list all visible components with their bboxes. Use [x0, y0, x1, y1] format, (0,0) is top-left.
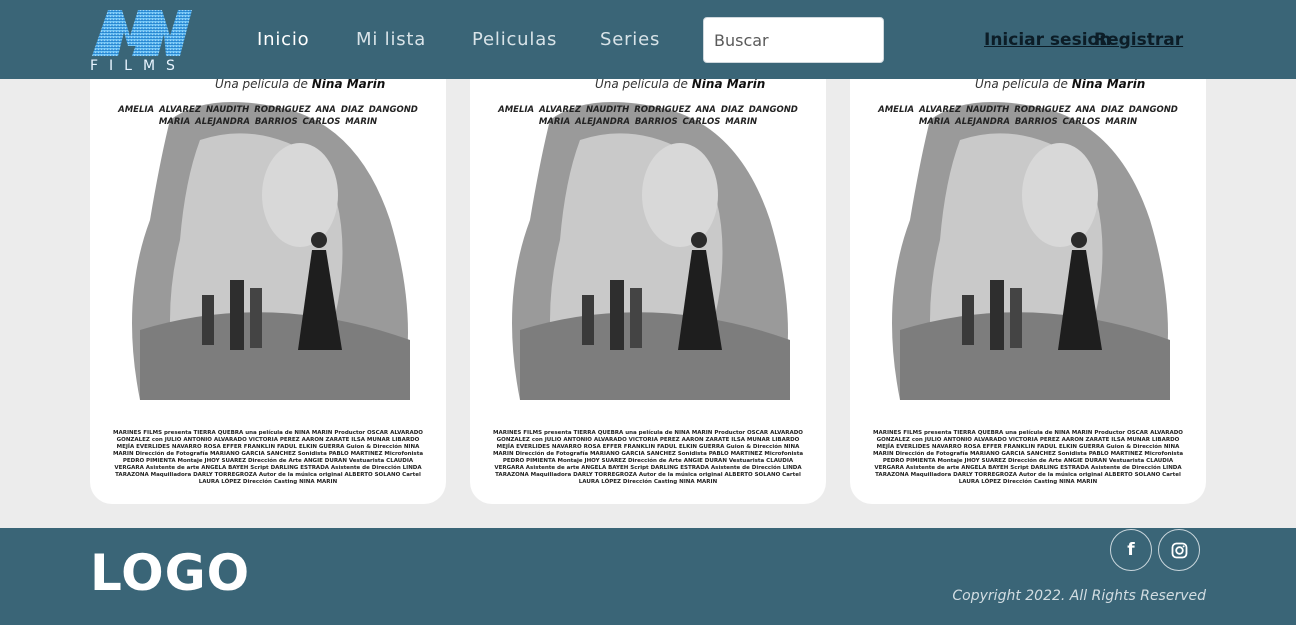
poster-tagline: Una película de Nina Marín [215, 77, 386, 91]
movie-card[interactable]: Una película de Nina Marín AMELIA ALVARE… [470, 40, 826, 504]
copyright-text: Copyright 2022. All Rights Reserved [952, 588, 1206, 604]
nav-mi-lista[interactable]: Mi lista [356, 29, 426, 51]
nav-inicio[interactable]: Inicio [257, 29, 309, 51]
footer: LOGO f Copyright 2022. All Rights Reserv… [0, 528, 1296, 625]
movie-poster: Una película de Nina Marín AMELIA ALVARE… [850, 40, 1206, 504]
poster-tagline: Una película de Nina Marín [595, 77, 766, 91]
register-link[interactable]: Registrar [1094, 30, 1183, 50]
nav-peliculas[interactable]: Peliculas [472, 29, 557, 51]
poster-artwork [850, 100, 1206, 420]
login-link[interactable]: Iniciar sesion [984, 30, 1111, 50]
poster-tagline: Una película de Nina Marín [975, 77, 1146, 91]
top-navbar: FILMS Inicio Mi lista Peliculas Series I… [0, 0, 1296, 79]
poster-credits: MARINES FILMS presenta TIERRA QUEBRA una… [492, 430, 804, 485]
instagram-glyph-icon [1171, 542, 1187, 558]
poster-credits: MARINES FILMS presenta TIERRA QUEBRA una… [112, 430, 424, 485]
movie-poster: Una película de Nina Marín AMELIA ALVARE… [90, 40, 446, 504]
poster-credits: MARINES FILMS presenta TIERRA QUEBRA una… [872, 430, 1184, 485]
poster-cast-line: AMELIA ALVAREZ NAUDITH RODRIGUEZ ANA DIA… [878, 105, 1178, 115]
footer-logo: LOGO [90, 544, 251, 602]
poster-cast-line: AMELIA ALVAREZ NAUDITH RODRIGUEZ ANA DIA… [118, 105, 418, 115]
m-logo-icon [92, 10, 192, 56]
search-input[interactable] [703, 17, 884, 63]
movie-card[interactable]: Una película de Nina Marín AMELIA ALVARE… [850, 40, 1206, 504]
instagram-icon[interactable] [1158, 529, 1200, 571]
movie-card[interactable]: Una película de Nina Marín AMELIA ALVARE… [90, 40, 446, 504]
brand-logo[interactable]: FILMS [88, 6, 194, 74]
poster-artwork [90, 100, 446, 420]
poster-cast-line: AMELIA ALVAREZ NAUDITH RODRIGUEZ ANA DIA… [498, 105, 798, 115]
nav-series[interactable]: Series [600, 29, 660, 51]
movie-poster: Una película de Nina Marín AMELIA ALVARE… [470, 40, 826, 504]
poster-cast-line: MARIA ALEJANDRA BARRIOS CARLOS MARIN [158, 117, 378, 127]
logo-subtitle: FILMS [90, 58, 186, 74]
poster-artwork [470, 100, 826, 420]
facebook-icon[interactable]: f [1110, 529, 1152, 571]
poster-cast-line: MARIA ALEJANDRA BARRIOS CARLOS MARIN [918, 117, 1138, 127]
poster-cast-line: MARIA ALEJANDRA BARRIOS CARLOS MARIN [538, 117, 758, 127]
